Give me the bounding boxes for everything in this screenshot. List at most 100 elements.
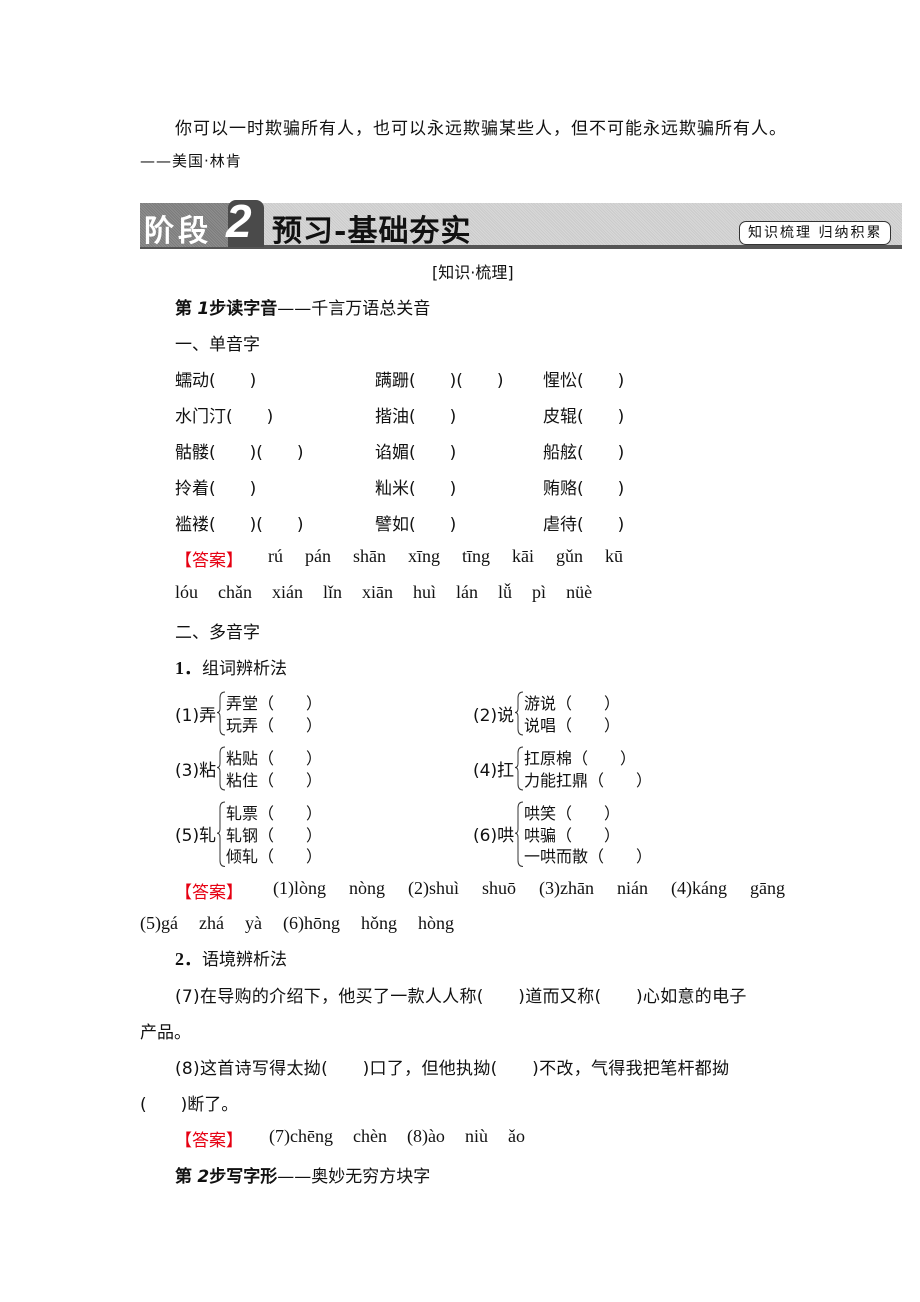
method2-heading: 2．语境辨析法 bbox=[175, 945, 287, 971]
answer-line: lóu chǎn xián lǐn xiān huì lán lǚ pì nüè bbox=[175, 582, 592, 603]
group-label: (1)弄 bbox=[175, 705, 217, 726]
group-label: (2)说 bbox=[473, 705, 515, 726]
stage-tag: 知识梳理 归纳积累 bbox=[739, 221, 892, 245]
word-cell: 拎着( ) bbox=[175, 479, 257, 499]
answer-token: xián bbox=[272, 582, 303, 602]
answer-token: xīng bbox=[408, 546, 441, 566]
word-cell: 虐待( ) bbox=[543, 515, 625, 535]
answer-line: rú pán shān xīng tīng kāi gǔn kū bbox=[268, 546, 623, 567]
word-cell: 骷髅( )( ) bbox=[175, 443, 304, 463]
quote-attribution: ——美国·林肯 bbox=[140, 152, 242, 170]
group-label: (4)扛 bbox=[473, 760, 515, 781]
answer-token: (2)shuì bbox=[408, 878, 459, 898]
word-cell: 惺忪( ) bbox=[543, 371, 625, 391]
group-item: 一哄而散（ ） bbox=[524, 847, 653, 866]
question-7-line1: (7)在导购的介绍下，他买了一款人人称( )道而又称( )心如意的电子 bbox=[175, 987, 747, 1007]
group-label: (6)哄 bbox=[473, 826, 515, 847]
answer-token: (6)hōng bbox=[282, 913, 340, 933]
word-cell: 贿赂( ) bbox=[543, 479, 625, 499]
answer-token: chǎn bbox=[218, 582, 252, 602]
part2-heading: 二、多音字 bbox=[175, 623, 260, 643]
section-label: [知识·梳理] bbox=[432, 263, 514, 282]
answer-token: lóu bbox=[175, 582, 199, 602]
group-item: 扛原棉（ ） bbox=[524, 749, 637, 768]
step2-heading: 第 2步写字形——奥妙无穷方块字 bbox=[175, 1162, 430, 1187]
word-cell: 揩油( ) bbox=[375, 407, 457, 427]
answer-token: pì bbox=[532, 582, 547, 602]
answer-line: (1)lòng nòng (2)shuì shuō (3)zhān nián (4)káng… bbox=[273, 878, 785, 899]
group-item: 哄笑（ ） bbox=[524, 804, 621, 823]
word-cell: 蠕动( ) bbox=[175, 371, 257, 391]
answer-token: (7)chēng bbox=[269, 1126, 333, 1146]
stage-title: 预习-基础夯实 bbox=[272, 214, 472, 249]
group-item: 哄骗（ ） bbox=[524, 825, 621, 845]
group-item: 倾轧（ ） bbox=[226, 847, 323, 866]
answer-label: 【答案】 bbox=[175, 551, 243, 571]
stage-label: 阶段 bbox=[144, 214, 212, 249]
answer-token: nüè bbox=[566, 582, 593, 602]
answer-token: lǚ bbox=[498, 582, 513, 602]
answer-token: pán bbox=[305, 546, 331, 566]
method1-number: 1． bbox=[175, 658, 202, 678]
step1-heading: 第 1步读字音——千言万语总关音 bbox=[175, 294, 430, 319]
word-cell: 蹒跚( )( ) bbox=[375, 371, 504, 391]
answer-token: chèn bbox=[352, 1126, 387, 1146]
group-item: 轧钢（ ） bbox=[226, 825, 323, 845]
step2-number: 2 bbox=[197, 1167, 210, 1187]
step1-prefix: 第 bbox=[175, 299, 192, 319]
method1-title: 组词辨析法 bbox=[202, 659, 287, 679]
group-item: 粘住（ ） bbox=[226, 770, 323, 790]
group-item: 说唱（ ） bbox=[524, 715, 621, 735]
answer-token: (5)gá bbox=[140, 913, 178, 933]
answer-label: 【答案】 bbox=[175, 1131, 243, 1151]
answer-token: gāng bbox=[749, 878, 785, 898]
answer-token: huì bbox=[413, 582, 437, 602]
answer-token: lǐn bbox=[323, 582, 343, 602]
group-item: 力能扛鼎（ ） bbox=[524, 770, 653, 790]
word-cell: 譬如( ) bbox=[375, 515, 457, 535]
step1-number: 1 bbox=[197, 299, 210, 319]
part1-heading: 一、单音字 bbox=[175, 335, 260, 355]
group-label: (5)轧 bbox=[175, 826, 217, 847]
word-cell: 谄媚( ) bbox=[375, 443, 457, 463]
quote-text: 你可以一时欺骗所有人，也可以永远欺骗某些人，但不可能永远欺骗所有人。 bbox=[175, 119, 787, 139]
group-item: 游说（ ） bbox=[524, 694, 621, 713]
method2-title: 语境辨析法 bbox=[202, 950, 287, 970]
answer-token: nòng bbox=[349, 878, 385, 898]
step1-title: 步读字音 bbox=[209, 299, 278, 319]
question-8-line2: ( )断了。 bbox=[140, 1095, 239, 1115]
word-cell: 皮辊( ) bbox=[543, 407, 625, 427]
answer-token: nián bbox=[616, 878, 648, 898]
group-item: 弄堂（ ） bbox=[226, 694, 323, 713]
answer-token: (1)lòng bbox=[273, 878, 326, 898]
word-cell: 水门汀( ) bbox=[175, 407, 274, 427]
answer-token: hòng bbox=[417, 913, 454, 933]
answer-token: gǔn bbox=[556, 546, 584, 566]
answer-label: 【答案】 bbox=[175, 883, 243, 903]
answer-token: shuō bbox=[482, 878, 517, 898]
answer-token: (4)káng bbox=[670, 878, 727, 898]
step2-prefix: 第 bbox=[175, 1167, 192, 1187]
group-item: 轧票（ ） bbox=[226, 804, 323, 823]
word-cell: 籼米( ) bbox=[375, 479, 457, 499]
method1-heading: 1．组词辨析法 bbox=[175, 654, 287, 680]
word-cell: 船舷( ) bbox=[543, 443, 625, 463]
stage-number: 2 bbox=[226, 195, 252, 247]
group-label: (3)粘 bbox=[175, 760, 217, 781]
answer-token: lán bbox=[456, 582, 479, 602]
answer-token: hǒng bbox=[360, 913, 397, 933]
answer-token: xiān bbox=[362, 582, 394, 602]
question-8-line1: (8)这首诗写得太拗( )口了，但他执拗( )不改，气得我把笔杆都拗 bbox=[175, 1059, 730, 1079]
step1-subtitle: ——千言万语总关音 bbox=[277, 299, 431, 319]
answer-token: zhá bbox=[198, 913, 224, 933]
group-item: 粘贴（ ） bbox=[226, 749, 323, 768]
method2-number: 2． bbox=[175, 949, 202, 969]
answer-line: (7)chēng chèn (8)ào niù ǎo bbox=[269, 1126, 525, 1147]
answer-token: niù bbox=[464, 1126, 488, 1146]
answer-token: (3)zhān bbox=[539, 878, 594, 898]
answer-line: (5)gá zhá yà (6)hōng hǒng hòng bbox=[140, 913, 454, 934]
answer-token: (8)ào bbox=[406, 1126, 445, 1146]
answer-token: shān bbox=[353, 546, 386, 566]
step2-title: 步写字形 bbox=[209, 1167, 278, 1187]
answer-token: yà bbox=[244, 913, 262, 933]
